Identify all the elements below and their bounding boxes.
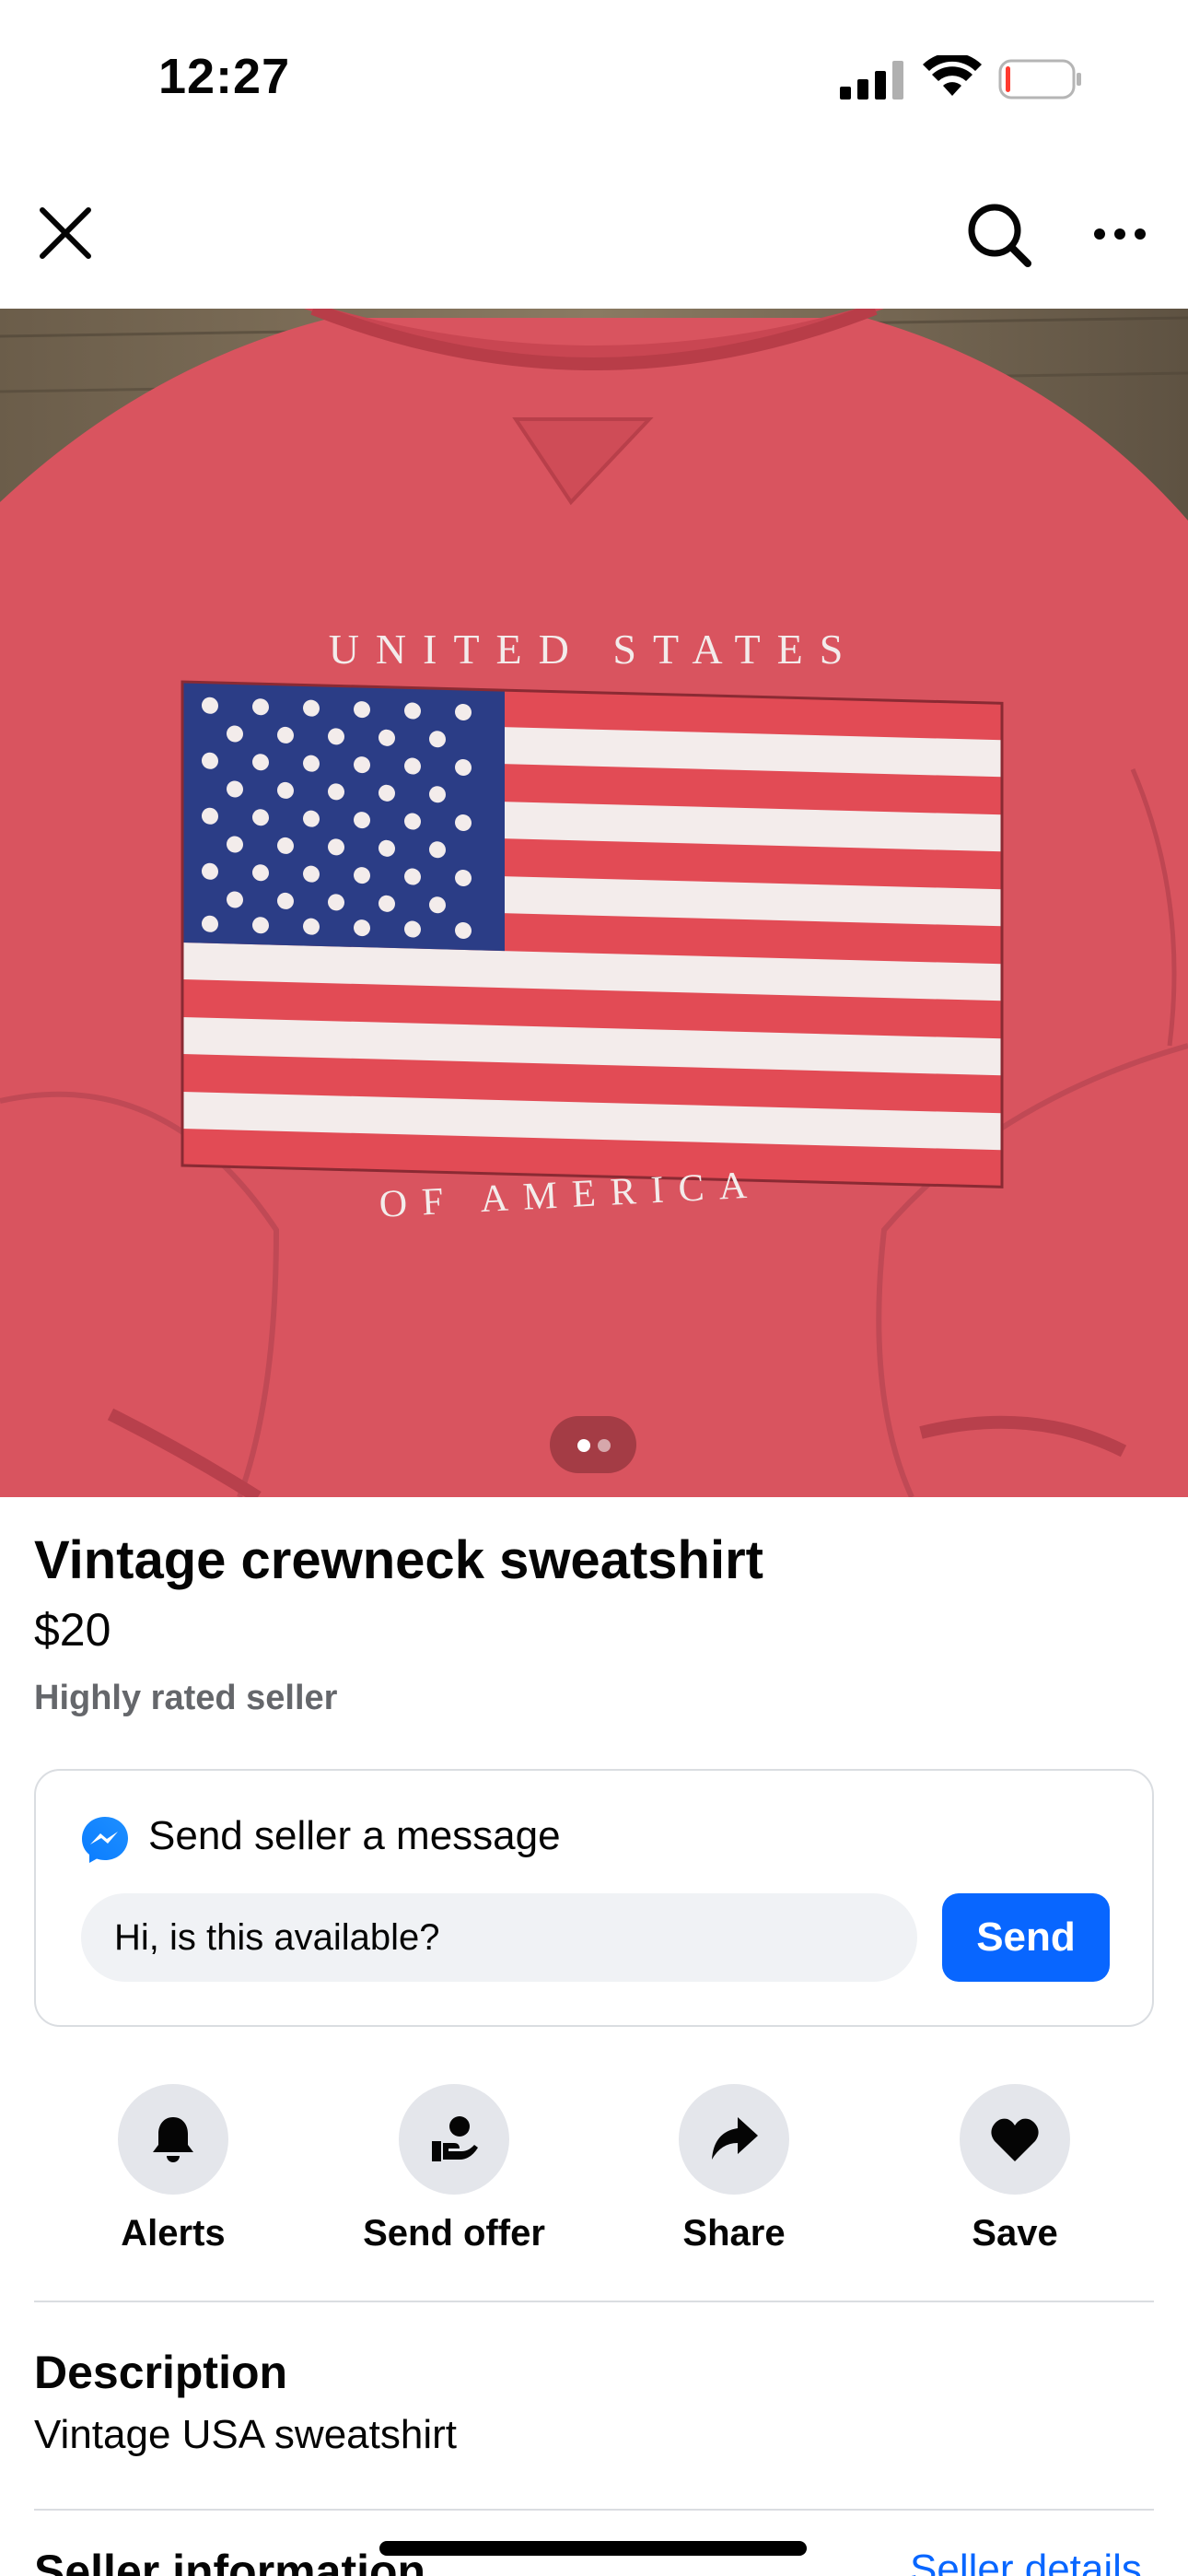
send-offer-label: Send offer <box>363 2213 545 2254</box>
seller-badge: Highly rated seller <box>34 1679 338 1717</box>
save-label: Save <box>972 2213 1058 2254</box>
alerts-button[interactable]: Alerts <box>63 2084 284 2259</box>
alerts-circle[interactable] <box>118 2084 228 2195</box>
heart-icon <box>991 2118 1039 2161</box>
save-circle[interactable] <box>960 2084 1070 2195</box>
divider <box>34 2301 1154 2302</box>
alerts-label: Alerts <box>121 2213 226 2254</box>
seller-details-link[interactable]: Seller details <box>910 2547 1142 2576</box>
listing-price: $20 <box>34 1604 111 1656</box>
share-label: Share <box>682 2213 786 2254</box>
send-offer-button[interactable]: Send offer <box>344 2084 565 2259</box>
sweatshirt-image: UNITED STATES OF AMERICA <box>0 309 1188 1497</box>
close-icon[interactable] <box>35 203 96 263</box>
listing-photo[interactable]: UNITED STATES OF AMERICA <box>0 309 1188 1497</box>
message-seller-card: Send seller a message Send <box>34 1769 1154 2027</box>
status-time: 12:27 <box>158 49 291 104</box>
share-button[interactable]: Share <box>623 2084 844 2259</box>
search-icon[interactable] <box>965 201 1033 269</box>
bell-icon <box>153 2117 193 2162</box>
battery-icon <box>998 59 1081 100</box>
description-heading: Description <box>34 2347 288 2398</box>
save-button[interactable]: Save <box>904 2084 1125 2259</box>
pagination-dot <box>598 1439 611 1452</box>
cellular-signal-icon <box>840 61 903 100</box>
print-text-top: UNITED STATES <box>329 626 860 673</box>
description-text: Vintage USA sweatshirt <box>34 2412 457 2457</box>
photo-pagination <box>550 1416 636 1473</box>
message-card-header: Send seller a message <box>148 1813 561 1858</box>
message-input[interactable] <box>81 1893 917 1982</box>
divider <box>34 2509 1154 2511</box>
messenger-icon <box>82 1817 128 1863</box>
home-indicator[interactable] <box>379 2541 807 2556</box>
share-icon <box>712 2117 758 2160</box>
more-options-icon[interactable] <box>1092 217 1147 251</box>
offer-icon <box>432 2116 478 2161</box>
listing-title: Vintage crewneck sweatshirt <box>34 1530 763 1590</box>
send-offer-circle[interactable] <box>399 2084 509 2195</box>
pagination-dot-active <box>577 1439 590 1452</box>
seller-info-heading: Seller information <box>34 2546 426 2576</box>
share-circle[interactable] <box>679 2084 789 2195</box>
status-bar: 12:27 <box>0 0 1188 157</box>
wifi-icon <box>923 55 982 96</box>
send-button[interactable]: Send <box>942 1893 1110 1982</box>
